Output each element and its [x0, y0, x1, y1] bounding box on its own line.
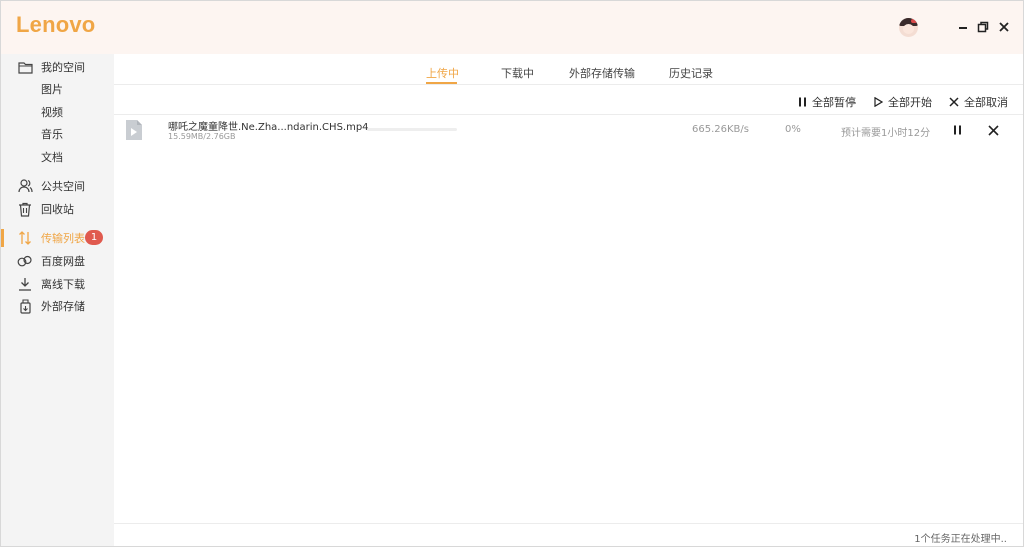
sidebar-item-recycle-bin[interactable]: 回收站: [1, 198, 114, 220]
sidebar-item-label: 百度网盘: [41, 255, 85, 268]
pause-transfer-button[interactable]: [950, 123, 964, 137]
toolbar: 全部暂停 全部开始 全部取消: [114, 85, 1023, 115]
restore-button[interactable]: [975, 19, 991, 35]
close-icon: [999, 22, 1009, 32]
baidu-cloud-icon: [17, 253, 33, 269]
external-storage-icon: [17, 298, 33, 314]
sidebar-item-documents[interactable]: 文档: [1, 146, 114, 168]
sidebar-item-baidu-netdisk[interactable]: 百度网盘: [1, 250, 114, 272]
folder-icon: [17, 59, 33, 75]
sidebar-item-external-storage[interactable]: 外部存储: [1, 295, 114, 317]
close-window-button[interactable]: [996, 19, 1012, 35]
sidebar-item-videos[interactable]: 视频: [1, 101, 114, 123]
user-avatar[interactable]: [899, 18, 918, 37]
active-indicator: [1, 229, 4, 247]
minimize-icon: [959, 27, 967, 29]
trash-icon: [17, 201, 33, 217]
sidebar-item-label: 音乐: [41, 128, 63, 141]
close-icon: [949, 97, 959, 107]
status-bar: 1个任务正在处理中..: [114, 523, 1023, 546]
transfer-percent: 0%: [785, 124, 801, 135]
avatar-bow: [911, 19, 917, 23]
sidebar-item-offline-download[interactable]: 离线下载: [1, 273, 114, 295]
sidebar-item-label: 视频: [41, 106, 63, 119]
sidebar-item-label: 传输列表: [41, 232, 85, 245]
sidebar-item-label: 我的空间: [41, 61, 85, 74]
sidebar-item-label: 外部存储: [41, 300, 85, 313]
tab-external-storage-transfer[interactable]: 外部存储传输: [569, 65, 635, 81]
sidebar-item-label: 文档: [41, 151, 63, 164]
tab-bar: 上传中 下载中 外部存储传输 历史记录: [114, 54, 1023, 85]
tab-active-underline: [426, 82, 457, 84]
users-icon: [17, 178, 33, 194]
title-bar: Lenovo: [1, 1, 1023, 54]
main-panel: 上传中 下载中 外部存储传输 历史记录 全部暂停 全部开始 全部取消 哪吒之魔童…: [114, 54, 1023, 546]
start-all-button[interactable]: 全部开始: [874, 94, 932, 110]
sidebar-item-music[interactable]: 音乐: [1, 123, 114, 145]
app-window: Lenovo 我的空间 图片 视频 音乐 文档 公共空间 回收站 传输列表 1 …: [0, 0, 1024, 547]
file-size: 15.59MB/2.76GB: [168, 132, 236, 141]
video-file-icon: [126, 120, 142, 140]
sidebar-item-label: 离线下载: [41, 278, 85, 291]
transfer-icon: [17, 230, 33, 246]
pause-icon: [799, 97, 806, 107]
sidebar-item-transfer-list[interactable]: 传输列表 1: [1, 227, 114, 249]
sidebar-item-label: 公共空间: [41, 180, 85, 193]
pause-all-label: 全部暂停: [812, 96, 856, 109]
cancel-transfer-button[interactable]: [986, 123, 1000, 137]
start-all-label: 全部开始: [888, 96, 932, 109]
pause-icon: [953, 125, 961, 135]
download-icon: [17, 276, 33, 292]
sidebar-item-label: 图片: [41, 83, 63, 96]
estimated-time: 预计需要1小时12分: [841, 128, 931, 139]
close-icon: [987, 124, 999, 136]
status-text: 1个任务正在处理中..: [914, 534, 1007, 545]
restore-icon: [977, 21, 989, 33]
minimize-button[interactable]: [955, 19, 971, 35]
transfer-speed: 665.26KB/s: [692, 124, 749, 135]
tab-downloading[interactable]: 下载中: [501, 65, 534, 81]
pause-all-button[interactable]: 全部暂停: [798, 94, 856, 110]
sidebar: 我的空间 图片 视频 音乐 文档 公共空间 回收站 传输列表 1 百度网盘 离线…: [1, 54, 114, 546]
sidebar-item-my-space[interactable]: 我的空间: [1, 56, 114, 78]
cancel-all-button[interactable]: 全部取消: [949, 94, 1008, 110]
progress-bar: [367, 128, 457, 131]
notification-badge: 1: [85, 230, 103, 245]
tab-history[interactable]: 历史记录: [669, 65, 713, 81]
cancel-all-label: 全部取消: [964, 96, 1008, 109]
tab-uploading[interactable]: 上传中: [426, 65, 459, 81]
file-name: 哪吒之魔童降世.Ne.Zha...ndarin.CHS.mp4: [168, 122, 369, 133]
transfer-row[interactable]: 哪吒之魔童降世.Ne.Zha...ndarin.CHS.mp4 15.59MB/…: [114, 115, 1023, 145]
sidebar-item-pictures[interactable]: 图片: [1, 78, 114, 100]
app-logo: Lenovo: [16, 12, 96, 37]
sidebar-item-public-space[interactable]: 公共空间: [1, 175, 114, 197]
sidebar-item-label: 回收站: [41, 203, 74, 216]
avatar-face: [903, 24, 914, 34]
play-icon: [874, 97, 883, 107]
